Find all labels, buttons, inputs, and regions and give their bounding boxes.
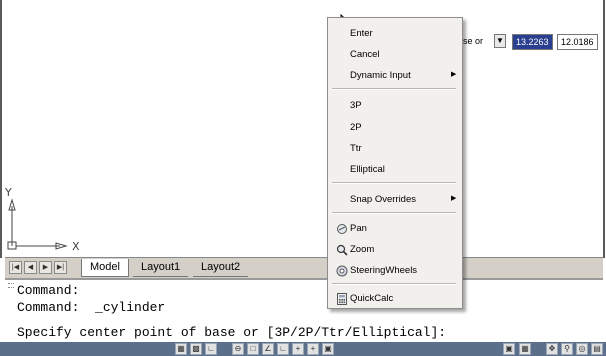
down-arrow-icon[interactable]: ▼ <box>494 34 506 48</box>
menu-item-snap-overrides-label: Snap Overrides <box>350 194 417 205</box>
dyn-icon[interactable]: + <box>292 343 304 355</box>
menu-item-snap-overrides[interactable]: Snap Overrides ▶ <box>350 194 470 205</box>
steeringwheel-status-icon[interactable]: ◎ <box>576 343 588 355</box>
menu-item-cancel[interactable]: Cancel <box>350 49 380 60</box>
grip-icon[interactable] <box>8 283 14 288</box>
menu-item-3p[interactable]: 3P <box>350 100 362 111</box>
command-history-line: Command: _cylinder <box>17 300 166 315</box>
ucs-icon: Y X <box>0 180 120 260</box>
command-line-area[interactable]: Command: Command: _cylinder Specify cent… <box>5 278 603 344</box>
menu-item-zoom[interactable]: Zoom <box>350 244 374 255</box>
ducs-icon[interactable]: ∟ <box>277 343 289 355</box>
dynamic-input-prompt: se or <box>461 34 486 48</box>
submenu-arrow-icon: ▶ <box>451 195 457 202</box>
menu-item-ttr[interactable]: Ttr <box>350 143 362 154</box>
layout-tabs-bar: |◀ ◀ ▶ ▶| Model Layout1 Layout2 <box>5 257 603 278</box>
menu-separator <box>332 182 456 184</box>
menu-item-dynamic-input[interactable]: Dynamic Input ▶ <box>350 70 470 81</box>
zoom-icon <box>336 243 348 256</box>
menu-item-elliptical[interactable]: Elliptical <box>350 164 385 175</box>
otrack-icon[interactable]: ∠ <box>262 343 274 355</box>
zoom-status-icon[interactable]: ⚲ <box>561 343 573 355</box>
tab-layout1[interactable]: Layout1 <box>133 259 189 277</box>
qp-icon[interactable]: ▣ <box>322 343 334 355</box>
menu-separator <box>332 88 456 90</box>
y-axis-label: Y <box>5 186 12 199</box>
last-tab-icon[interactable]: ▶| <box>54 261 67 274</box>
menu-item-quickcalc[interactable]: QuickCalc <box>350 293 393 304</box>
osnap-icon[interactable]: □ <box>247 343 259 355</box>
command-prompt-line[interactable]: Specify center point of base or [3P/2P/T… <box>17 325 446 340</box>
next-tab-icon[interactable]: ▶ <box>39 261 52 274</box>
status-bar: ▦ ▩ ∟ ⊖ □ ∠ ∟ + + ▣ ▣ ▦ ✥ ⚲ ◎ ▤ <box>0 342 606 356</box>
menu-separator <box>332 212 456 214</box>
grid-icon[interactable]: ▩ <box>190 343 202 355</box>
tab-layout2[interactable]: Layout2 <box>193 259 249 277</box>
command-history-line: Command: <box>17 283 80 298</box>
dynamic-input-field[interactable]: 13.2263 <box>512 34 553 50</box>
menu-item-dynamic-input-label: Dynamic Input <box>350 70 411 81</box>
context-menu: Enter Cancel Dynamic Input ▶ 3P 2P Ttr E… <box>327 17 463 309</box>
previous-tab-icon[interactable]: ◀ <box>24 261 37 274</box>
snap-icon[interactable]: ▦ <box>175 343 187 355</box>
x-axis-label: X <box>72 240 80 253</box>
layout-icon[interactable]: ▦ <box>519 343 531 355</box>
menu-separator <box>332 283 456 285</box>
lineweight-icon[interactable]: + <box>307 343 319 355</box>
menu-item-2p[interactable]: 2P <box>350 122 362 133</box>
ortho-icon[interactable]: ∟ <box>205 343 217 355</box>
viewport-right-border <box>603 0 605 258</box>
showmotion-icon[interactable]: ▤ <box>591 343 603 355</box>
steeringwheels-icon <box>336 264 348 277</box>
first-tab-icon[interactable]: |◀ <box>9 261 22 274</box>
model-space-icon[interactable]: ▣ <box>503 343 515 355</box>
submenu-arrow-icon: ▶ <box>451 71 457 78</box>
menu-item-steeringwheels[interactable]: SteeringWheels <box>350 265 417 276</box>
calculator-icon <box>336 292 348 305</box>
pan-icon <box>336 222 348 234</box>
dynamic-input-second-field[interactable]: 12.0186 <box>557 34 598 50</box>
polar-icon[interactable]: ⊖ <box>232 343 244 355</box>
pan-status-icon[interactable]: ✥ <box>546 343 558 355</box>
tab-model[interactable]: Model <box>81 259 129 277</box>
menu-item-pan[interactable]: Pan <box>350 223 367 234</box>
menu-item-enter[interactable]: Enter <box>350 28 373 39</box>
